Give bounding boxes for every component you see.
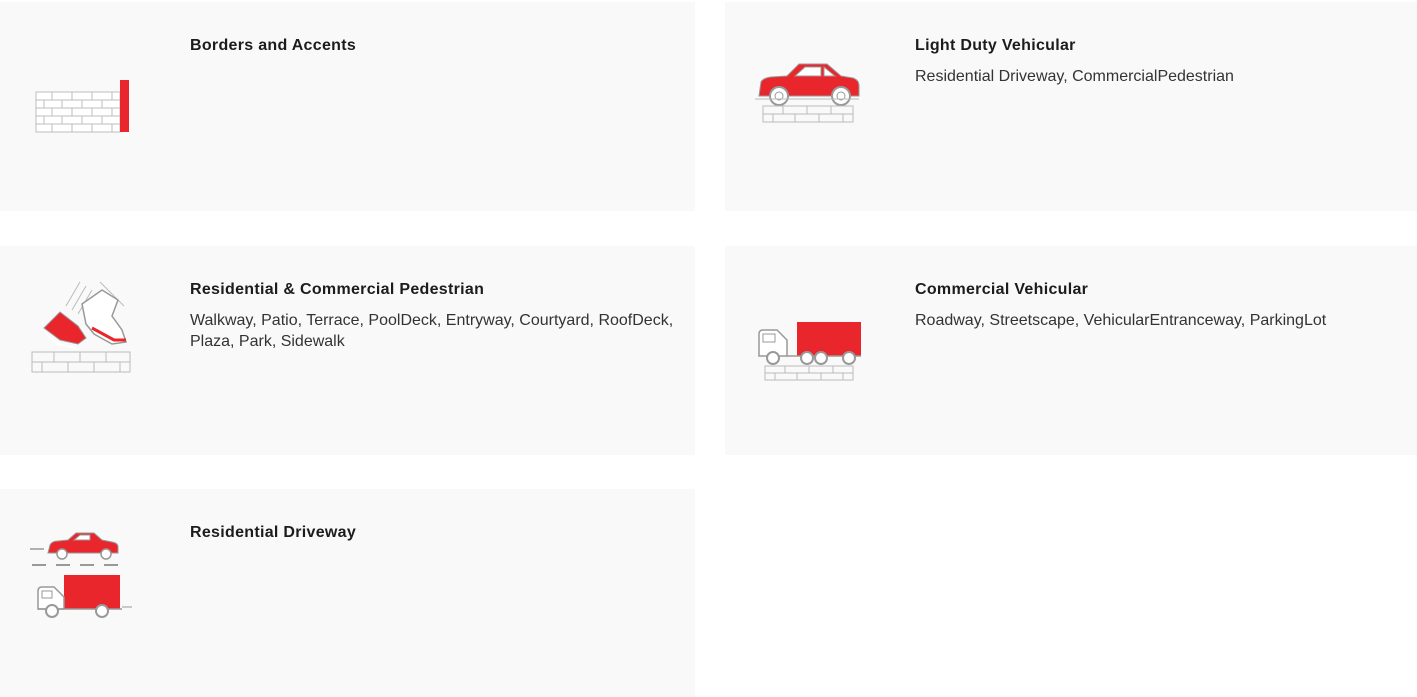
card-title: Commercial Vehicular [915, 281, 1089, 298]
walking-shoes-icon [22, 268, 140, 386]
card-commercial-vehicular[interactable]: Commercial Vehicular Roadway, Streetscap… [725, 246, 1417, 455]
truck-on-pavers-icon [747, 268, 865, 386]
card-description: Residential Driveway, CommercialPedestri… [915, 68, 1234, 85]
card-residential-commercial-pedestrian[interactable]: Residential & Commercial Pedestrian Walk… [0, 246, 695, 455]
card-title: Borders and Accents [190, 37, 357, 54]
car-on-pavers-icon [747, 24, 865, 142]
application-cards-grid: Borders and Accents Light Duty Vehicular… [0, 0, 1417, 697]
card-description: Roadway, Streetscape, VehicularEntrancew… [915, 312, 1327, 329]
card-residential-driveway[interactable]: Residential Driveway [0, 489, 695, 697]
car-and-van-icon [22, 511, 140, 629]
brick-wall-border-icon [22, 24, 140, 142]
card-borders-and-accents[interactable]: Borders and Accents [0, 2, 695, 211]
card-light-duty-vehicular[interactable]: Light Duty Vehicular Residential Drivewa… [725, 2, 1417, 211]
card-description: Walkway, Patio, Terrace, PoolDeck, Entry… [190, 312, 674, 350]
card-title: Residential Driveway [190, 524, 357, 541]
card-title: Light Duty Vehicular [915, 37, 1076, 54]
card-title: Residential & Commercial Pedestrian [190, 281, 485, 298]
